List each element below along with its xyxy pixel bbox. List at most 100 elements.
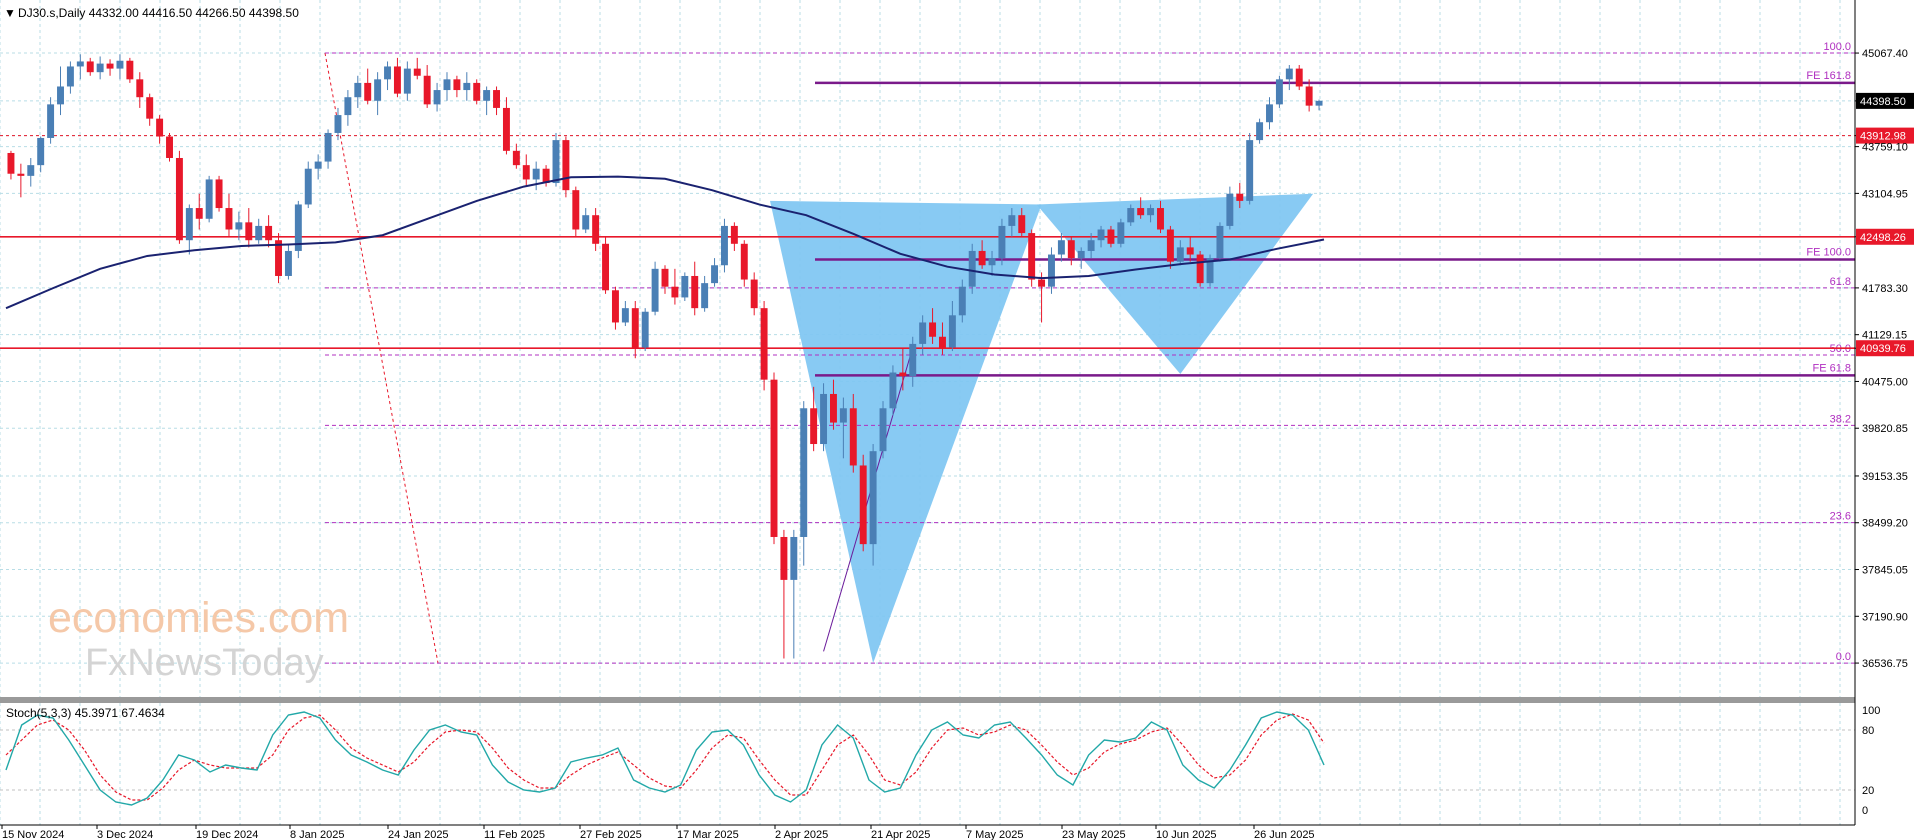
candle-body (324, 132, 332, 162)
price-label: 41129.15 (1862, 330, 1907, 342)
candle-body (57, 86, 64, 105)
stoch-axis-label: 0 (1862, 805, 1868, 817)
candle-body (1107, 229, 1115, 244)
time-label: 3 Dec 2024 (97, 829, 153, 840)
candle-body (96, 63, 104, 73)
candle-body (37, 137, 45, 166)
candle-body (483, 90, 491, 101)
fe-level-label: FE 100.0 (1806, 247, 1851, 259)
candle-body (998, 225, 1006, 259)
candle-body (1137, 208, 1145, 216)
candle-body (304, 168, 312, 205)
candle-body (879, 408, 887, 452)
candle-body (195, 208, 203, 219)
candle-body (1038, 279, 1046, 287)
watermark-economies: economies.com (48, 594, 349, 642)
candle-body (136, 79, 144, 98)
candle-body (235, 222, 243, 230)
price-label: 41783.30 (1862, 283, 1908, 295)
stoch-axis-label: 20 (1862, 785, 1874, 797)
candle-body (1236, 193, 1244, 201)
candle-body (502, 107, 510, 151)
candle-body (532, 168, 540, 180)
candle-body (730, 225, 738, 244)
price-label: 40475.00 (1862, 376, 1908, 388)
time-label: 21 Apr 2025 (871, 829, 930, 840)
candle-body (562, 140, 570, 191)
price-label: 43759.10 (1862, 142, 1908, 154)
candle-body (384, 66, 391, 80)
candle-body (1057, 240, 1065, 255)
fib-level-label: 0.0 (1836, 651, 1851, 663)
candle-body (374, 79, 382, 101)
candle-body (740, 243, 748, 280)
time-label: 27 Feb 2025 (580, 829, 642, 840)
candle-body (66, 66, 74, 87)
chart-canvas[interactable]: economies.com FxNewsToday 100.061.850.03… (0, 0, 1916, 840)
candle-body (651, 268, 659, 312)
fib-level-label: 38.2 (1830, 413, 1851, 425)
candle-body (1127, 208, 1135, 223)
candle-body (1157, 208, 1164, 230)
candle-body (473, 82, 481, 101)
price-label: 37190.90 (1862, 611, 1908, 623)
pane-separator[interactable] (0, 697, 1855, 703)
candle-body (1226, 193, 1234, 226)
price-label: 36536.75 (1862, 658, 1908, 670)
candle-body (909, 343, 917, 377)
candle-body (463, 82, 471, 91)
candle-body (790, 536, 798, 580)
candle-body (1117, 222, 1125, 244)
candle-body (602, 243, 610, 291)
candle-body (433, 90, 441, 105)
candle-body (175, 157, 183, 241)
fe-level-label: FE 161.8 (1806, 70, 1851, 82)
candle-body (1305, 86, 1313, 106)
candle-body (661, 268, 669, 287)
candle-body (146, 97, 154, 119)
candle-body (1028, 233, 1036, 280)
candle-body (166, 136, 173, 158)
time-label: 24 Jan 2025 (388, 829, 449, 840)
candle-body (750, 279, 758, 309)
price-label: 37845.05 (1862, 565, 1908, 577)
candle-body (1256, 122, 1264, 141)
candle-body (810, 408, 818, 445)
candle-body (185, 208, 193, 241)
candle-body (800, 408, 808, 537)
candle-body (413, 68, 421, 76)
candle-body (512, 150, 520, 166)
candle-body (265, 225, 273, 241)
candle-body (1295, 68, 1303, 87)
time-label: 23 May 2025 (1062, 829, 1126, 840)
time-label: 2 Apr 2025 (775, 829, 828, 840)
candle-body (245, 222, 253, 241)
price-label: 43104.95 (1862, 188, 1908, 200)
candle-body (225, 208, 233, 230)
candle-body (770, 379, 778, 537)
candle-body (1067, 240, 1075, 259)
stoch-title: Stoch(5,3,3) 45.3971 67.4634 (6, 706, 165, 720)
candle-body (1275, 79, 1283, 105)
time-label: 10 Jun 2025 (1156, 829, 1217, 840)
candle-body (393, 66, 401, 94)
candle-body (403, 68, 411, 94)
candle-body (641, 311, 649, 348)
candle-body (681, 275, 689, 298)
candle-body (7, 152, 15, 174)
header-arrow-icon[interactable]: ▼ (4, 6, 16, 20)
candle-body (1176, 247, 1184, 262)
stoch-axis-label: 100 (1862, 705, 1880, 717)
candle-body (988, 258, 996, 266)
candle-body (631, 308, 639, 348)
candle-body (1196, 254, 1204, 284)
candle-body (958, 286, 966, 316)
candle-body (344, 97, 352, 116)
stoch-axis-label: 80 (1862, 725, 1874, 737)
time-label: 19 Dec 2024 (196, 829, 258, 840)
candle-body (493, 90, 501, 108)
candle-body (1246, 140, 1254, 201)
candle-body (1018, 215, 1026, 234)
candle-body (899, 372, 907, 377)
candle-body (156, 118, 164, 137)
